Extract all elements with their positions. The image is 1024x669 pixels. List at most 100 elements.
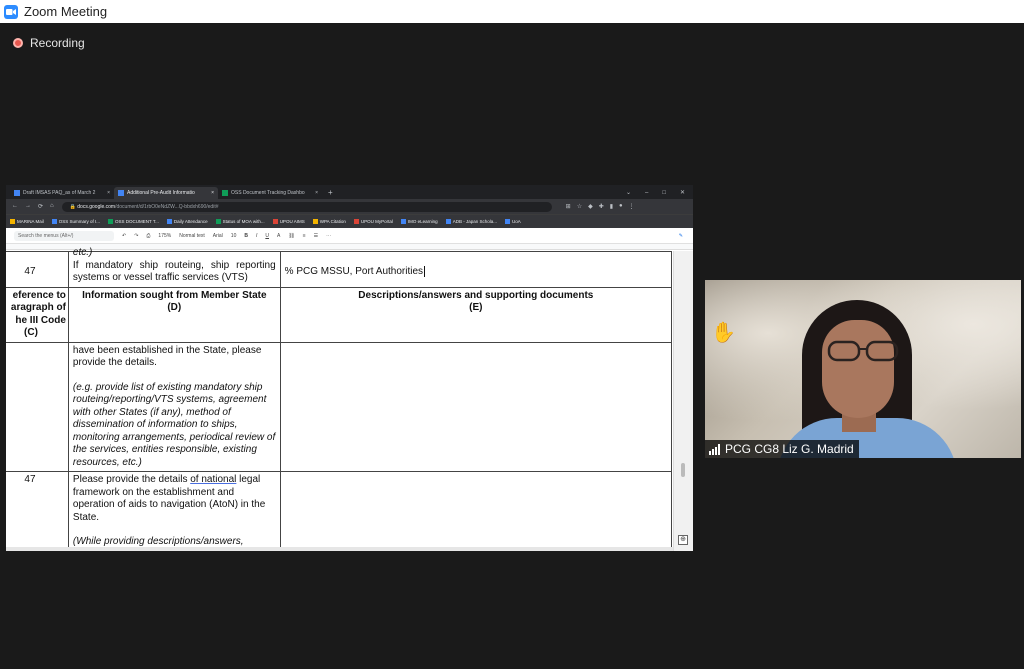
document-page[interactable]: 47 etc.) If mandatory ship routeing, shi…	[6, 247, 693, 551]
bookmark-icon	[51, 219, 57, 224]
bookmark-item[interactable]: Status of MOA with...	[215, 219, 265, 224]
bookmark-item[interactable]: ADB - Japan Schola...	[445, 219, 497, 224]
browser-tab-active[interactable]: Additional Pre-Audit Informatio ×	[114, 187, 218, 199]
list-icon[interactable]: ☰	[314, 233, 318, 239]
bookmark-item[interactable]: UPOU MyPortal	[353, 219, 393, 224]
reload-icon[interactable]: ⟳	[38, 203, 43, 210]
shared-screen[interactable]: Draft IMSAS PAQ_as of March 2 × Additiona…	[6, 185, 693, 551]
menu-search-input[interactable]: Search the menus (Alt+/)	[14, 230, 114, 241]
italic-icon[interactable]: I	[256, 233, 257, 239]
table-row: have been established in the State, plea…	[6, 341, 673, 472]
edit-mode-icon[interactable]: ✎	[679, 233, 683, 239]
zoom-select[interactable]: 175%	[158, 233, 171, 239]
browser-tab-strip: Draft IMSAS PAQ_as of March 2 × Additiona…	[6, 185, 693, 199]
bold-icon[interactable]: B	[244, 233, 248, 239]
bookmark-item[interactable]: OSS Summary of I...	[51, 219, 100, 224]
more-icon[interactable]: ⋯	[326, 233, 331, 239]
install-icon[interactable]: ⊞	[566, 203, 571, 210]
table-row: 47 etc.) If mandatory ship routeing, shi…	[6, 247, 673, 288]
column-header-e: Descriptions/answers and supporting docu…	[279, 286, 673, 343]
row-number-cell	[6, 341, 69, 472]
window-title: Zoom Meeting	[24, 4, 108, 19]
browser-tab[interactable]: Draft IMSAS PAQ_as of March 2 ×	[10, 187, 114, 199]
question-cell[interactable]: Please provide the details of national l…	[67, 471, 281, 551]
bookmark-icon	[108, 219, 114, 224]
question-cell[interactable]: have been established in the State, plea…	[67, 341, 281, 472]
participant-glasses	[827, 340, 899, 362]
scrollbar-thumb[interactable]	[681, 463, 685, 477]
spelling-suggestion[interactable]: of national	[190, 474, 236, 485]
link-icon[interactable]: ⛓	[288, 233, 294, 239]
sidebar-icon[interactable]: ▮	[610, 203, 613, 210]
bookmark-item[interactable]: IMO eLearning	[400, 219, 438, 224]
recording-label: Recording	[30, 36, 85, 50]
bookmark-icon	[400, 219, 406, 224]
profile-avatar[interactable]: ●	[619, 203, 623, 210]
align-icon[interactable]: ≡	[303, 233, 306, 239]
forward-icon[interactable]: →	[25, 203, 31, 210]
browser-tab[interactable]: OSS Document Tracking Dashbo ×	[218, 187, 322, 199]
extension-icon[interactable]: ◆	[588, 203, 593, 210]
menu-kebab-icon[interactable]: ⋮	[629, 203, 635, 210]
zoom-app-icon	[4, 4, 18, 19]
puzzle-icon[interactable]: ✚	[599, 203, 604, 210]
answer-cell[interactable]	[279, 341, 673, 472]
bookmark-item[interactable]: UPOU AIMS	[272, 219, 305, 224]
answer-cell[interactable]: % PCG MSSU, Port Authorities	[279, 251, 673, 288]
back-icon[interactable]: ←	[12, 203, 18, 210]
docs-toolbar: Search the menus (Alt+/) ↶ ↷ ⎙ 175% Norm…	[6, 228, 693, 244]
underline-icon[interactable]: U	[265, 233, 269, 239]
raised-hand-icon: ✋	[711, 322, 736, 344]
star-icon[interactable]: ☆	[577, 203, 582, 210]
close-tab-icon[interactable]: ×	[315, 190, 318, 196]
close-tab-icon[interactable]: ×	[107, 190, 110, 196]
bookmark-item[interactable]: WPA Citation	[312, 219, 346, 224]
bookmark-item[interactable]: UoA	[504, 219, 521, 224]
bookmark-icon	[272, 219, 278, 224]
undo-icon[interactable]: ↶	[122, 233, 126, 239]
signal-strength-icon	[709, 443, 720, 455]
font-select[interactable]: Arial	[213, 233, 223, 239]
bookmark-item[interactable]: OSS DOCUMENT T...	[108, 219, 159, 224]
bookmark-icon	[445, 219, 451, 224]
bookmark-icon	[312, 219, 318, 224]
bookmark-item[interactable]: Daily Attendance	[166, 219, 208, 224]
record-icon	[13, 38, 23, 48]
table-header-row: eference to aragraph of he III Code (C) …	[6, 286, 673, 343]
print-icon[interactable]: ⎙	[146, 233, 150, 239]
docs-icon	[118, 190, 124, 196]
browser-address-bar: ← → ⟳ ⌂ 🔒 docs.google.com /document/d/1r…	[6, 199, 693, 214]
explore-icon[interactable]: ⊕	[678, 535, 688, 545]
window-titlebar: Zoom Meeting	[0, 0, 1024, 23]
url-input[interactable]: 🔒 docs.google.com /document/d/1rbO0eNdZW…	[61, 201, 552, 212]
chevron-down-icon[interactable]: ⌄	[626, 187, 631, 199]
row-number-cell: 47	[6, 251, 69, 288]
redo-icon[interactable]: ↷	[134, 233, 138, 239]
horizontal-scrollbar[interactable]	[6, 547, 673, 551]
vertical-scrollbar[interactable]	[673, 251, 693, 551]
bookmark-icon	[10, 219, 15, 224]
bookmark-icon	[504, 219, 510, 224]
style-select[interactable]: Normal text	[179, 233, 205, 239]
answer-cell[interactable]	[279, 471, 673, 551]
recording-indicator[interactable]: Recording	[13, 36, 85, 50]
participant-face	[822, 320, 894, 418]
participant-video[interactable]: ✋	[705, 280, 1021, 458]
question-cell[interactable]: etc.) If mandatory ship routeing, ship r…	[67, 247, 281, 288]
new-tab-icon[interactable]: +	[328, 187, 333, 199]
bookmark-item[interactable]: MARINA Mail	[10, 219, 44, 224]
participant-nameplate: PCG CG8 Liz G. Madrid	[705, 440, 859, 458]
lock-icon: 🔒	[69, 203, 78, 210]
home-icon[interactable]: ⌂	[50, 203, 54, 210]
table-row: 47 Please provide the details of nationa…	[6, 471, 673, 551]
text-color-icon[interactable]: A	[277, 233, 280, 239]
close-icon[interactable]: ✕	[680, 187, 685, 199]
bookmark-icon	[166, 219, 172, 224]
column-header-d: Information sought from Member State (D)	[67, 286, 281, 343]
browser-window-controls: ⌄ – □ ✕	[626, 187, 693, 199]
maximize-icon[interactable]: □	[662, 187, 666, 199]
font-size-input[interactable]: 10	[231, 233, 237, 239]
close-tab-icon[interactable]: ×	[211, 190, 214, 196]
bookmarks-bar: MARINA Mail OSS Summary of I... OSS DOCU…	[6, 214, 693, 228]
minimize-icon[interactable]: –	[645, 187, 648, 199]
